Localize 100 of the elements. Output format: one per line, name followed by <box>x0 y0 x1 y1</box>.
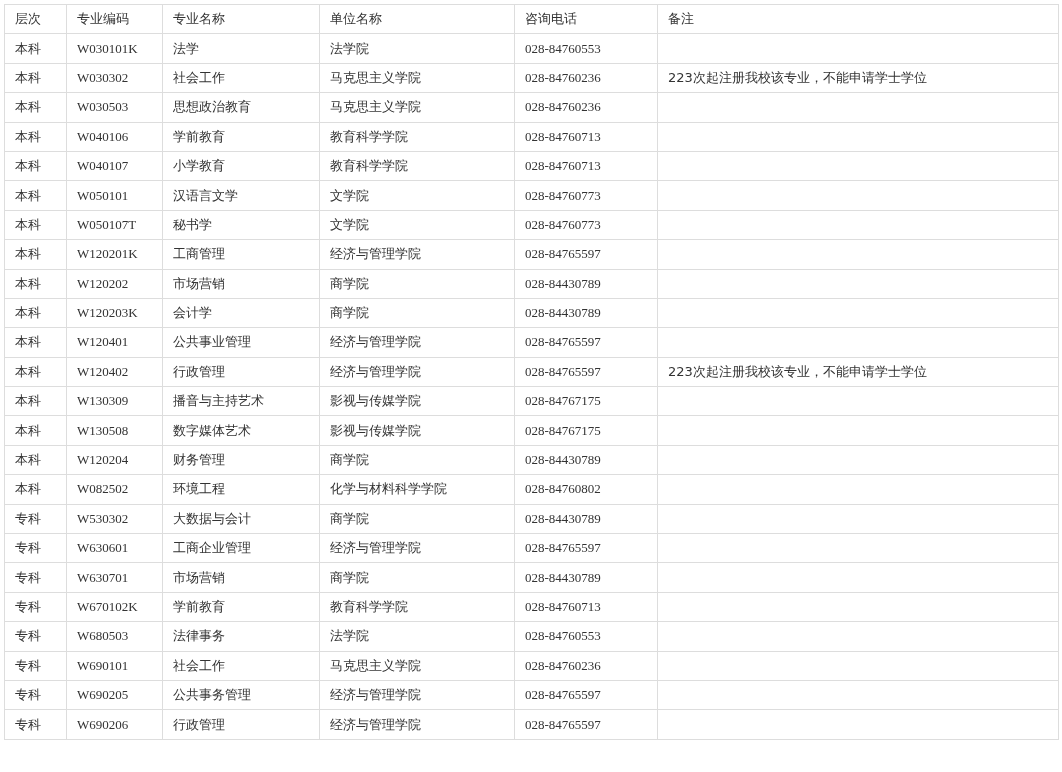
column-header: 单位名称 <box>319 4 515 34</box>
table-cell: 法学院 <box>319 33 515 64</box>
table-cell: 本科 <box>4 122 67 152</box>
table-cell: 028-84430789 <box>514 504 658 534</box>
table-cell: 专科 <box>4 504 67 534</box>
table-cell: 数字媒体艺术 <box>162 415 320 446</box>
table-cell: 专科 <box>4 621 67 652</box>
table-cell: W670102K <box>66 592 163 622</box>
table-cell: 028-84760236 <box>514 63 658 93</box>
table-cell: 028-84430789 <box>514 298 658 328</box>
table-cell: 028-84765597 <box>514 239 658 269</box>
table-cell: 秘书学 <box>162 210 320 240</box>
table-cell: 工商管理 <box>162 239 320 269</box>
table-cell: 行政管理 <box>162 709 320 740</box>
table-cell: 财务管理 <box>162 445 320 475</box>
table-cell: 马克思主义学院 <box>319 651 515 681</box>
table-cell: W120201K <box>66 239 163 269</box>
table-cell: 028-84430789 <box>514 445 658 475</box>
table-cell: W030503 <box>66 92 163 123</box>
table-cell: 专科 <box>4 651 67 681</box>
table-cell: 本科 <box>4 210 67 240</box>
table-cell: 经济与管理学院 <box>319 533 515 563</box>
table-cell: 本科 <box>4 239 67 269</box>
table-cell: 公共事业管理 <box>162 327 320 358</box>
table-cell: 商学院 <box>319 269 515 299</box>
table-cell: 市场营销 <box>162 269 320 299</box>
table-cell: W130508 <box>66 415 163 446</box>
table-cell: 本科 <box>4 386 67 416</box>
table-cell: W120203K <box>66 298 163 328</box>
table-cell: 本科 <box>4 151 67 181</box>
table-cell: W050107T <box>66 210 163 240</box>
table-cell: 经济与管理学院 <box>319 680 515 710</box>
table-cell: 商学院 <box>319 562 515 593</box>
table-cell: W120402 <box>66 357 163 387</box>
table-cell: W130309 <box>66 386 163 416</box>
column-header: 咨询电话 <box>514 4 658 34</box>
table-cell: 028-84760713 <box>514 151 658 181</box>
table-cell: 028-84760713 <box>514 122 658 152</box>
table-cell: 影视与传媒学院 <box>319 386 515 416</box>
table-cell: 028-84765597 <box>514 533 658 563</box>
table-cell: 影视与传媒学院 <box>319 415 515 446</box>
table-cell: 文学院 <box>319 180 515 211</box>
table-cell: 社会工作 <box>162 651 320 681</box>
table-cell: 223次起注册我校该专业，不能申请学士学位 <box>657 63 1059 93</box>
table-cell: 028-84430789 <box>514 269 658 299</box>
table-cell: 文学院 <box>319 210 515 240</box>
table-cell: 经济与管理学院 <box>319 709 515 740</box>
table-cell: 会计学 <box>162 298 320 328</box>
table-cell: 028-84765597 <box>514 357 658 387</box>
table-cell: 028-84765597 <box>514 680 658 710</box>
table-cell: W680503 <box>66 621 163 652</box>
table-cell: 028-84765597 <box>514 709 658 740</box>
table-cell: 028-84767175 <box>514 386 658 416</box>
table-cell: 汉语言文学 <box>162 180 320 211</box>
table-cell: W082502 <box>66 474 163 505</box>
table-cell: 经济与管理学院 <box>319 327 515 358</box>
table-cell: 028-84760802 <box>514 474 658 505</box>
table-cell: W030101K <box>66 33 163 64</box>
table-cell: 028-84760773 <box>514 180 658 211</box>
table-cell: 市场营销 <box>162 562 320 593</box>
table-cell: W530302 <box>66 504 163 534</box>
table-cell: 工商企业管理 <box>162 533 320 563</box>
column-header: 备注 <box>657 4 1059 34</box>
table-cell: 马克思主义学院 <box>319 63 515 93</box>
table-cell: 本科 <box>4 327 67 358</box>
table-cell: W690205 <box>66 680 163 710</box>
table-cell: 专科 <box>4 533 67 563</box>
table-cell: 本科 <box>4 33 67 64</box>
table-cell: 学前教育 <box>162 592 320 622</box>
table-cell: W690101 <box>66 651 163 681</box>
table-cell: 本科 <box>4 63 67 93</box>
table-cell: 教育科学学院 <box>319 151 515 181</box>
table-cell: W050101 <box>66 180 163 211</box>
column-header: 层次 <box>4 4 67 34</box>
table-cell: 028-84760236 <box>514 651 658 681</box>
table-cell: 经济与管理学院 <box>319 239 515 269</box>
column-header: 专业编码 <box>66 4 163 34</box>
table-cell: W040107 <box>66 151 163 181</box>
table-cell: W630701 <box>66 562 163 593</box>
table-cell: 经济与管理学院 <box>319 357 515 387</box>
table-cell: W030302 <box>66 63 163 93</box>
table-cell: W630601 <box>66 533 163 563</box>
table-cell: 本科 <box>4 357 67 387</box>
table-cell: 思想政治教育 <box>162 92 320 123</box>
table-cell: 马克思主义学院 <box>319 92 515 123</box>
column-header: 专业名称 <box>162 4 320 34</box>
table-cell: 学前教育 <box>162 122 320 152</box>
table-cell: 本科 <box>4 269 67 299</box>
table-cell: 法学院 <box>319 621 515 652</box>
table-cell: 028-84765597 <box>514 327 658 358</box>
table-cell: 本科 <box>4 415 67 446</box>
table-cell: 028-84767175 <box>514 415 658 446</box>
table-cell: 专科 <box>4 709 67 740</box>
table-cell: 专科 <box>4 592 67 622</box>
table-cell: 本科 <box>4 180 67 211</box>
table-cell: 环境工程 <box>162 474 320 505</box>
table-cell: 028-84760553 <box>514 33 658 64</box>
table-cell: 028-84760773 <box>514 210 658 240</box>
table-cell: 028-84760553 <box>514 621 658 652</box>
table-cell: 专科 <box>4 680 67 710</box>
